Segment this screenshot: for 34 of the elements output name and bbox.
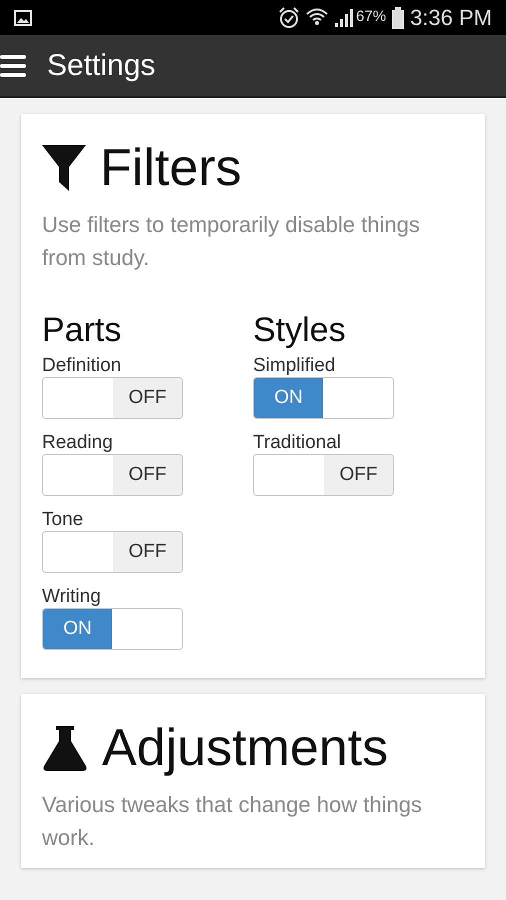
filter-icon [42,145,86,191]
switch-label: Simplified [253,356,336,376]
clock: 3:36 PM [410,4,492,32]
menu-icon[interactable] [0,54,26,78]
image-icon [14,10,32,26]
switch-label: Reading [42,433,114,453]
group-heading: Parts [42,310,122,350]
group-heading: Styles [253,310,347,350]
switch-label: Tone [42,510,84,530]
switch-state: OFF [113,532,182,572]
flask-icon [42,724,88,772]
toggle-switch[interactable]: ON [253,377,394,419]
toggle-switch[interactable]: OFF [253,454,394,496]
battery-icon [392,6,404,28]
toggle-switch[interactable]: OFF [42,377,183,419]
switch-state: OFF [324,455,393,495]
battery-percent: 67% [356,7,386,28]
switch-label: Writing [42,587,102,607]
toggle-switch[interactable]: ON [42,608,183,650]
signal-icon [334,8,354,28]
alarm-icon [278,6,300,28]
switch-state: ON [43,609,112,649]
card-description: Use filters to temporarily disable things from study. [42,211,421,272]
switch-state: ON [254,378,323,418]
toggle-switch[interactable]: OFF [42,454,183,496]
switch-state: OFF [113,378,182,418]
card-description: Various tweaks that change how things work. [42,791,423,852]
card-title: Filters [100,138,242,199]
switch-label: Traditional [253,433,342,453]
switch-label: Definition [42,356,122,376]
app-title: Settings [47,48,156,84]
switch-state: OFF [113,455,182,495]
toggle-switch[interactable]: OFF [42,531,183,573]
card-title: Adjustments [102,718,388,779]
